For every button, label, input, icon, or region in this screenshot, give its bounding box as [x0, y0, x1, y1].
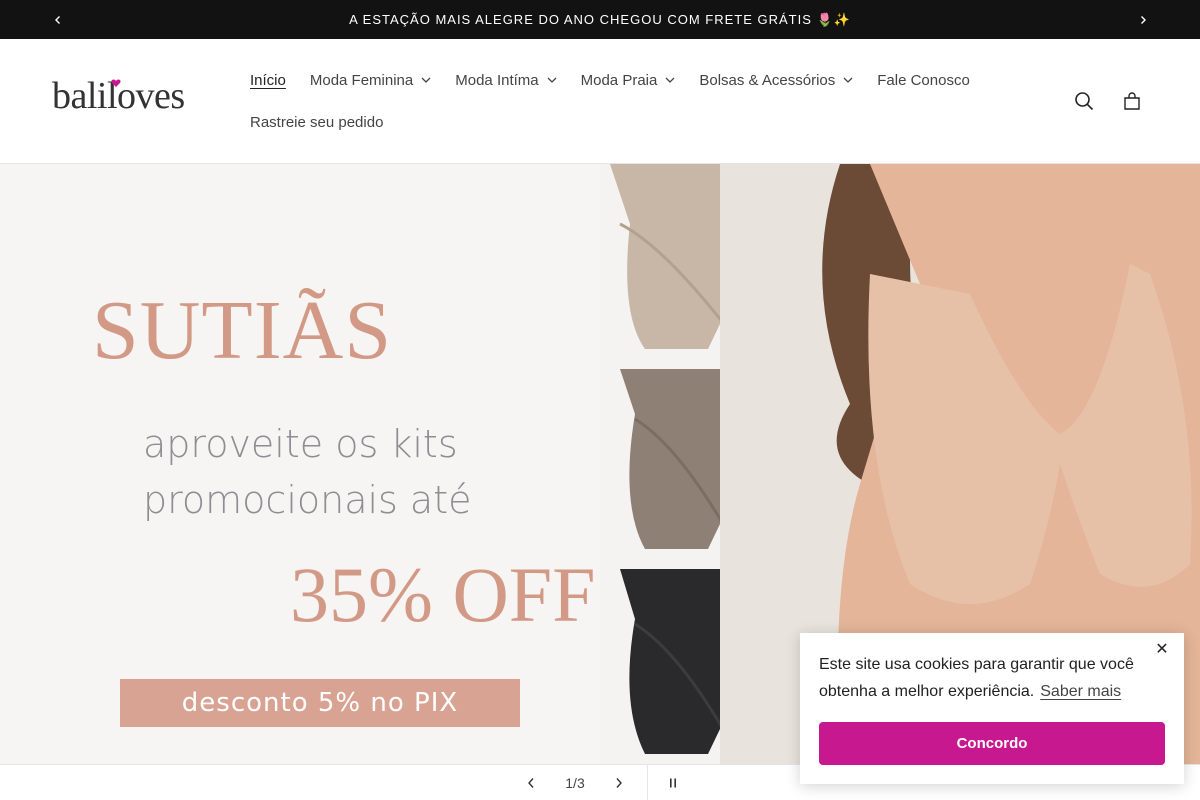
hero-title: SUTIÃS: [92, 284, 393, 377]
chevron-down-icon: [843, 77, 853, 83]
chevron-down-icon: [547, 77, 557, 83]
chevron-down-icon: [421, 77, 431, 83]
nav-item-rastreie-pedido[interactable]: Rastreie seu pedido: [238, 101, 395, 143]
chevron-down-icon: [665, 77, 675, 83]
slide-pause-button[interactable]: [655, 765, 691, 800]
divider: [647, 765, 648, 800]
announcement-next-button[interactable]: [1123, 0, 1162, 39]
nav-item-inicio[interactable]: Início: [238, 59, 298, 101]
hero-subtitle-line: promocionais até: [143, 478, 472, 522]
nav-item-moda-intima[interactable]: Moda Intíma: [443, 59, 568, 101]
hero-subtitle-line: aproveite os kits: [143, 422, 458, 466]
close-icon[interactable]: ✕: [1152, 639, 1172, 659]
nav-item-label: Rastreie seu pedido: [250, 113, 384, 131]
main-navigation: Início Moda Feminina Moda Intíma Moda Pr…: [238, 59, 1038, 143]
nav-item-moda-feminina[interactable]: Moda Feminina: [298, 59, 443, 101]
slide-prev-button[interactable]: [513, 765, 549, 800]
chevron-right-icon: [616, 778, 622, 788]
nav-item-label: Moda Praia: [580, 71, 658, 89]
hero-subtitle: aproveite os kits promocionais até: [143, 416, 472, 528]
site-header: baliloves Início Moda Feminina Moda Intí…: [0, 39, 1200, 164]
nav-item-label: Início: [250, 71, 286, 89]
cookie-message: Este site usa cookies para garantir que …: [819, 651, 1165, 705]
cookie-learn-more-link[interactable]: Saber mais: [1040, 683, 1121, 700]
cookie-banner: ✕ Este site usa cookies para garantir qu…: [800, 633, 1184, 784]
nav-item-label: Moda Feminina: [309, 71, 414, 89]
cart-icon: [1124, 92, 1140, 110]
logo[interactable]: baliloves: [50, 75, 210, 117]
chevron-right-icon: [1140, 15, 1146, 24]
announcement-text: A ESTAÇÃO MAIS ALEGRE DO ANO CHEGOU COM …: [349, 11, 851, 27]
pause-icon: [670, 778, 676, 788]
search-icon: [1075, 92, 1094, 111]
nav-item-moda-praia[interactable]: Moda Praia: [569, 59, 688, 101]
search-button[interactable]: [1062, 79, 1106, 123]
chevron-left-icon: [528, 778, 534, 788]
hero-pix-badge: desconto 5% no PIX: [120, 679, 520, 727]
header-actions: [1062, 79, 1154, 123]
nav-item-label: Bolsas & Acessórios: [699, 71, 836, 89]
hero-discount: 35% OFF: [290, 551, 596, 638]
nav-item-bolsas-acessorios[interactable]: Bolsas & Acessórios: [687, 59, 865, 101]
nav-item-fale-conosco[interactable]: Fale Conosco: [865, 59, 982, 101]
chevron-left-icon: [54, 15, 60, 24]
cart-button[interactable]: [1110, 79, 1154, 123]
cookie-accept-button[interactable]: Concordo: [819, 722, 1165, 765]
nav-item-label: Moda Intíma: [455, 71, 539, 89]
slide-next-button[interactable]: [601, 765, 637, 800]
slide-counter: 1/3: [565, 775, 585, 791]
announcement-prev-button[interactable]: [38, 0, 77, 39]
announcement-bar: A ESTAÇÃO MAIS ALEGRE DO ANO CHEGOU COM …: [0, 0, 1200, 39]
nav-item-label: Fale Conosco: [877, 71, 970, 89]
